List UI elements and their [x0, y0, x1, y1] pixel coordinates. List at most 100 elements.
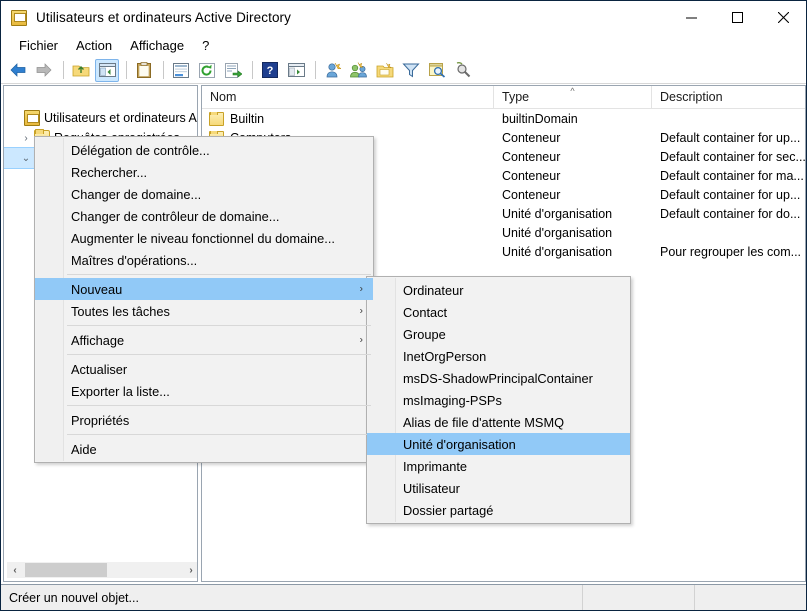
status-bar: Créer un nouvel objet... — [1, 584, 806, 610]
tree-node-console-root[interactable]: Utilisateurs et ordinateurs Active — [4, 108, 197, 128]
menu-item-delegation-controle[interactable]: Délégation de contrôle... — [35, 139, 373, 161]
show-console-tree-icon[interactable] — [284, 59, 308, 82]
menu-item-label: Unité d'organisation — [403, 436, 516, 452]
cell-description: Default container for up... — [660, 187, 801, 202]
menu-item-label: Maîtres d'opérations... — [71, 252, 198, 268]
toolbar-separator — [163, 61, 164, 79]
sort-ascending-icon: ^ — [570, 86, 575, 96]
menu-item-maitres-operations[interactable]: Maîtres d'opérations... — [35, 249, 373, 271]
menu-item-label: Exporter la liste... — [71, 383, 170, 399]
menu-item-label: Actualiser — [71, 361, 128, 377]
menu-separator — [67, 274, 371, 275]
cell-type: Unité d'organisation — [502, 244, 613, 259]
new-group-icon[interactable] — [347, 59, 371, 82]
column-header-type[interactable]: ^ Type — [494, 86, 652, 108]
menu-item-label: Utilisateur — [403, 480, 460, 496]
context-menu: Délégation de contrôle... Rechercher... … — [34, 136, 374, 463]
new-user-icon[interactable] — [321, 59, 345, 82]
menu-item-rechercher[interactable]: Rechercher... — [35, 161, 373, 183]
help-icon[interactable]: ? — [258, 59, 282, 82]
menu-item-proprietes[interactable]: Propriétés — [35, 409, 373, 431]
up-folder-icon[interactable] — [69, 59, 93, 82]
scroll-right-arrow[interactable]: › — [183, 562, 197, 578]
menu-item-nouveau[interactable]: Nouveau › — [35, 278, 373, 300]
menu-item-label: Groupe — [403, 326, 446, 342]
column-header-nom[interactable]: Nom — [202, 86, 494, 108]
window-title: Utilisateurs et ordinateurs Active Direc… — [36, 10, 291, 25]
column-header-description[interactable]: Description — [652, 86, 805, 108]
menu-affichage[interactable]: Affichage — [121, 36, 193, 55]
minimize-button[interactable] — [668, 1, 714, 33]
menu-item-label: Toutes les tâches — [71, 303, 170, 319]
maximize-button[interactable] — [714, 1, 760, 33]
menu-action[interactable]: Action — [67, 36, 121, 55]
menu-item-label: msImaging-PSPs — [403, 392, 502, 408]
cell-type: builtinDomain — [502, 111, 578, 126]
toolbar-separator — [126, 61, 127, 79]
scrollbar-thumb[interactable] — [25, 563, 107, 577]
find-icon[interactable] — [425, 59, 449, 82]
submenu-item-imprimante[interactable]: Imprimante — [367, 455, 630, 477]
menu-fichier[interactable]: Fichier — [10, 36, 67, 55]
cell-type: Conteneur — [502, 168, 561, 183]
submenu-item-utilisateur[interactable]: Utilisateur — [367, 477, 630, 499]
status-text: Créer un nouvel objet... — [9, 590, 139, 605]
menu-separator — [67, 434, 371, 435]
new-ou-icon[interactable] — [373, 59, 397, 82]
cell-description: Default container for sec... — [660, 149, 805, 164]
tree-twisty[interactable] — [8, 110, 24, 126]
cell-type: Conteneur — [502, 130, 561, 145]
saved-query-icon[interactable] — [451, 59, 475, 82]
tree-horizontal-scrollbar[interactable]: ‹ › — [7, 562, 197, 578]
menu-item-actualiser[interactable]: Actualiser — [35, 358, 373, 380]
menu-item-label: Alias de file d'attente MSMQ — [403, 414, 565, 430]
scroll-left-arrow[interactable]: ‹ — [7, 562, 23, 578]
toolbar-separator — [252, 61, 253, 79]
submenu-item-contact[interactable]: Contact — [367, 301, 630, 323]
menu-item-exporter-la-liste[interactable]: Exporter la liste... — [35, 380, 373, 402]
menu-help[interactable]: ? — [193, 36, 218, 55]
ad-console-icon — [11, 9, 27, 26]
submenu-item-inetorgperson[interactable]: InetOrgPerson — [367, 345, 630, 367]
submenu-item-groupe[interactable]: Groupe — [367, 323, 630, 345]
chevron-right-icon: › — [359, 334, 363, 346]
back-icon[interactable] — [6, 59, 30, 82]
clipboard-icon[interactable] — [132, 59, 156, 82]
menu-item-changer-controleur-domaine[interactable]: Changer de contrôleur de domaine... — [35, 205, 373, 227]
submenu-item-msimaging-psps[interactable]: msImaging-PSPs — [367, 389, 630, 411]
export-list-icon[interactable] — [221, 59, 245, 82]
menu-item-aide[interactable]: Aide — [35, 438, 373, 460]
menu-item-label: Nouveau — [71, 281, 123, 297]
svg-text:?: ? — [267, 65, 274, 77]
list-column-headers: Nom ^ Type Description — [202, 86, 805, 109]
show-hide-tree-icon[interactable] — [95, 58, 119, 82]
cell-description: Default container for up... — [660, 130, 801, 145]
close-button[interactable] — [760, 1, 806, 33]
chevron-right-icon[interactable]: › — [18, 130, 34, 146]
menu-item-label: Ordinateur — [403, 282, 464, 298]
filter-icon[interactable] — [399, 59, 423, 82]
tree-node-label: Utilisateurs et ordinateurs Active — [44, 111, 197, 125]
menu-item-augmenter-niveau-fonctionnel[interactable]: Augmenter le niveau fonctionnel du domai… — [35, 227, 373, 249]
table-row[interactable]: Builtin builtinDomain — [202, 109, 805, 128]
menu-separator — [67, 325, 371, 326]
toolbar-separator — [315, 61, 316, 79]
menu-item-affichage[interactable]: Affichage › — [35, 329, 373, 351]
chevron-down-icon[interactable]: ⌄ — [18, 150, 34, 166]
menu-item-toutes-les-taches[interactable]: Toutes les tâches › — [35, 300, 373, 322]
submenu-item-alias-file-attente-msmq[interactable]: Alias de file d'attente MSMQ — [367, 411, 630, 433]
properties-icon[interactable] — [169, 59, 193, 82]
menu-item-changer-domaine[interactable]: Changer de domaine... — [35, 183, 373, 205]
cell-type: Conteneur — [502, 149, 561, 164]
chevron-right-icon: › — [359, 283, 363, 295]
submenu-item-unite-organisation[interactable]: Unité d'organisation — [367, 433, 630, 455]
menu-item-label: Rechercher... — [71, 164, 148, 180]
submenu-item-msds-shadowprincipalcontainer[interactable]: msDS-ShadowPrincipalContainer — [367, 367, 630, 389]
submenu-item-dossier-partage[interactable]: Dossier partagé — [367, 499, 630, 521]
title-bar: Utilisateurs et ordinateurs Active Direc… — [1, 1, 806, 34]
status-cell-2 — [582, 584, 694, 610]
submenu-item-ordinateur[interactable]: Ordinateur — [367, 279, 630, 301]
refresh-icon[interactable] — [195, 59, 219, 82]
forward-icon[interactable] — [32, 59, 56, 82]
cell-description: Pour regrouper les com... — [660, 244, 802, 259]
